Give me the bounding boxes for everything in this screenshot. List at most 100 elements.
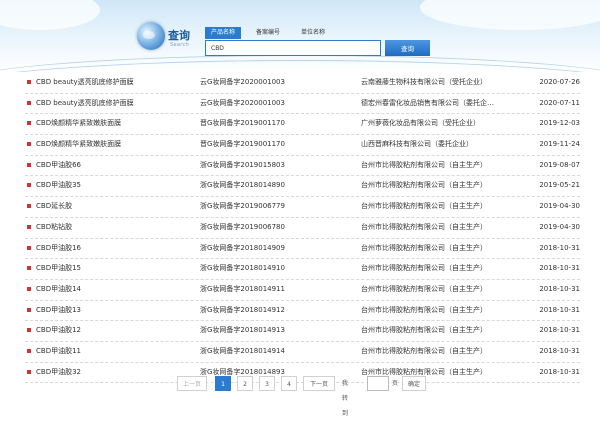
results-list: CBD beauty透亮肌底修护面膜 云G妆网备字2020001003 云南雅藤生物… — [25, 73, 580, 384]
product-name[interactable]: CBD甲油胶11 — [36, 342, 221, 362]
bullet-icon — [27, 204, 31, 209]
page-2-button[interactable]: 2 — [237, 376, 253, 391]
product-name[interactable]: CBD beauty透亮肌底修护面膜 — [36, 73, 221, 93]
product-name[interactable]: CBD甲油胶14 — [36, 280, 221, 300]
registration-number: 浙G妆网备字2018014912 — [200, 305, 285, 314]
table-row[interactable]: CBD甲油胶13 浙G妆网备字2018014912 台州市比得胶粘剂有限公司（自主生… — [25, 301, 580, 322]
bullet-icon — [27, 286, 31, 291]
bullet-icon — [27, 100, 31, 105]
registration-number: 云G妆网备字2020001003 — [200, 98, 285, 107]
jump-label: 我转到 — [342, 380, 349, 417]
registration-number: 晋G妆网备字2019001170 — [200, 140, 285, 149]
bullet-icon — [27, 369, 31, 374]
bullet-icon — [27, 266, 31, 271]
record-date: 2019-08-07 — [539, 160, 580, 169]
table-row[interactable]: CBD延长胶 浙G妆网备字2019006779 台州市比得胶粘剂有限公司（自主生产）… — [25, 197, 580, 218]
product-name[interactable]: CBD beauty透亮肌底修护面膜 — [36, 94, 221, 114]
record-date: 2018-10-31 — [539, 243, 580, 252]
bullet-icon — [27, 183, 31, 188]
record-date: 2018-10-31 — [539, 367, 580, 376]
registration-number: 浙G妆网备字2018014890 — [200, 181, 285, 190]
product-name[interactable]: CBD延长胶 — [36, 197, 221, 217]
company-name: 台州市比得胶粘剂有限公司（自主生产） — [361, 305, 487, 314]
tab-company-name[interactable]: 单位名称 — [295, 27, 331, 39]
tab-product-name[interactable]: 产品名称 — [205, 27, 242, 39]
table-row[interactable]: CBD甲油胶11 浙G妆网备字2018014914 台州市比得胶粘剂有限公司（自主生… — [25, 342, 580, 363]
record-date: 2019-04-30 — [539, 222, 580, 231]
record-date: 2018-10-31 — [539, 305, 580, 314]
company-name: 台州市比得胶粘剂有限公司（自主生产） — [361, 181, 487, 190]
table-row[interactable]: CBD甲油胶35 浙G妆网备字2018014890 台州市比得胶粘剂有限公司（自主生… — [25, 176, 580, 198]
bullet-icon — [27, 328, 31, 333]
company-name: 台州市比得胶粘剂有限公司（自主生产） — [361, 326, 487, 335]
registration-number: 浙G妆网备字2018014909 — [200, 243, 285, 252]
next-page-button[interactable]: 下一页 — [303, 376, 335, 391]
table-row[interactable]: CBD甲油胶15 浙G妆网备字2018014910 台州市比得胶粘剂有限公司（自主生… — [25, 259, 580, 280]
search-button[interactable]: 查询 — [385, 40, 430, 56]
record-date: 2020-07-11 — [539, 98, 580, 107]
table-row[interactable]: CBD甲油胶66 浙G妆网备字2019015803 台州市比得胶粘剂有限公司（自主生… — [25, 156, 580, 177]
table-row[interactable]: CBD粘钻胶 浙G妆网备字2019006780 台州市比得胶粘剂有限公司（自主生产）… — [25, 218, 580, 239]
page-1-button[interactable]: 1 — [215, 376, 231, 391]
bullet-icon — [27, 80, 31, 84]
table-row[interactable]: CBD甲油胶12 浙G妆网备字2018014913 台州市比得胶粘剂有限公司（自主生… — [25, 321, 580, 342]
page-4-button[interactable]: 4 — [281, 376, 297, 391]
registration-number: 浙G妆网备字2019015803 — [200, 160, 285, 169]
company-name: 云南雅藤生物科技有限公司（受托企业） — [361, 78, 487, 86]
product-name[interactable]: CBD甲油胶15 — [36, 259, 221, 279]
page-jump-input[interactable] — [367, 376, 389, 391]
page-unit-label: 页 — [392, 380, 399, 387]
record-date: 2018-10-31 — [539, 326, 580, 335]
product-name[interactable]: CBD甲油胶12 — [36, 321, 221, 341]
page-3-button[interactable]: 3 — [259, 376, 275, 391]
tab-registration-number[interactable]: 备案编号 — [250, 27, 286, 39]
company-name: 台州市比得胶粘剂有限公司（自主生产） — [361, 202, 487, 211]
table-row[interactable]: CBD beauty透亮肌底修护面膜 云G妆网备字2020001003 云南雅藤生物… — [25, 73, 580, 94]
company-name: 台州市比得胶粘剂有限公司（自主生产） — [361, 284, 487, 293]
company-name: 台州市比得胶粘剂有限公司（自主生产） — [361, 222, 487, 231]
company-name: 台州市比得胶粘剂有限公司（自主生产） — [361, 346, 487, 355]
table-row[interactable]: CBD甲油胶16 浙G妆网备字2018014909 台州市比得胶粘剂有限公司（自主生… — [25, 239, 580, 260]
table-row[interactable]: CBD焕颜精华紧致嫩肤面膜 晋G妆网备字2019001170 山西晋麻科技有限公司（… — [25, 135, 580, 156]
table-row[interactable]: CBD甲油胶14 浙G妆网备字2018014911 台州市比得胶粘剂有限公司（自主生… — [25, 280, 580, 301]
company-name: 台州市比得胶粘剂有限公司（自主生产） — [361, 264, 487, 273]
record-date: 2019-12-03 — [539, 119, 580, 128]
product-name[interactable]: CBD甲油胶35 — [36, 176, 221, 196]
record-date: 2019-05-21 — [539, 181, 580, 190]
company-name: 德宏州春雷化妆品销售有限公司（委托企… — [361, 98, 494, 107]
record-date: 2018-10-31 — [539, 284, 580, 293]
bullet-icon — [27, 162, 31, 167]
company-name: 山西晋麻科技有限公司（委托企业） — [361, 140, 473, 149]
bullet-icon — [27, 307, 31, 312]
product-name[interactable]: CBD粘钻胶 — [36, 218, 221, 238]
logo-subtitle: Search — [170, 42, 190, 48]
bullet-icon — [27, 224, 31, 229]
bullet-icon — [27, 121, 31, 126]
cloud-decoration — [0, 0, 100, 30]
product-name[interactable]: CBD焕颜精华紧致嫩肤面膜 — [36, 114, 221, 134]
confirm-button[interactable]: 确定 — [402, 376, 426, 391]
product-name[interactable]: CBD甲油胶66 — [36, 156, 221, 176]
bullet-icon — [27, 348, 31, 353]
product-name[interactable]: CBD焕颜精华紧致嫩肤面膜 — [36, 135, 221, 155]
company-name: 台州市比得胶粘剂有限公司（自主生产） — [361, 243, 487, 252]
prev-page-button[interactable]: 上一页 — [177, 376, 207, 391]
product-name[interactable]: CBD甲油胶13 — [36, 301, 221, 321]
record-date: 2019-11-24 — [539, 140, 580, 149]
company-name: 广州萝薇化妆品有限公司（受托企业） — [361, 119, 480, 128]
product-name[interactable]: CBD甲油胶16 — [36, 239, 221, 259]
table-row[interactable]: CBD焕颜精华紧致嫩肤面膜 晋G妆网备字2019001170 广州萝薇化妆品有限公司… — [25, 114, 580, 136]
record-date: 2020-07-26 — [539, 78, 580, 86]
search-input[interactable] — [205, 40, 381, 56]
company-name: 台州市比得胶粘剂有限公司（自主生产） — [361, 160, 487, 169]
registration-number: 浙G妆网备字2019006779 — [200, 202, 285, 211]
registration-number: 浙G妆网备字2019006780 — [200, 222, 285, 231]
registration-number: 浙G妆网备字2018014911 — [200, 284, 285, 293]
registration-number: 晋G妆网备字2019001170 — [200, 119, 285, 128]
record-date: 2018-10-31 — [539, 346, 580, 355]
bullet-icon — [27, 142, 31, 147]
record-date: 2019-04-30 — [539, 202, 580, 211]
globe-icon — [137, 22, 165, 50]
registration-number: 浙G妆网备字2018014910 — [200, 264, 285, 273]
table-row[interactable]: CBD beauty透亮肌底修护面膜 云G妆网备字2020001003 德宏州春雷化… — [25, 94, 580, 115]
